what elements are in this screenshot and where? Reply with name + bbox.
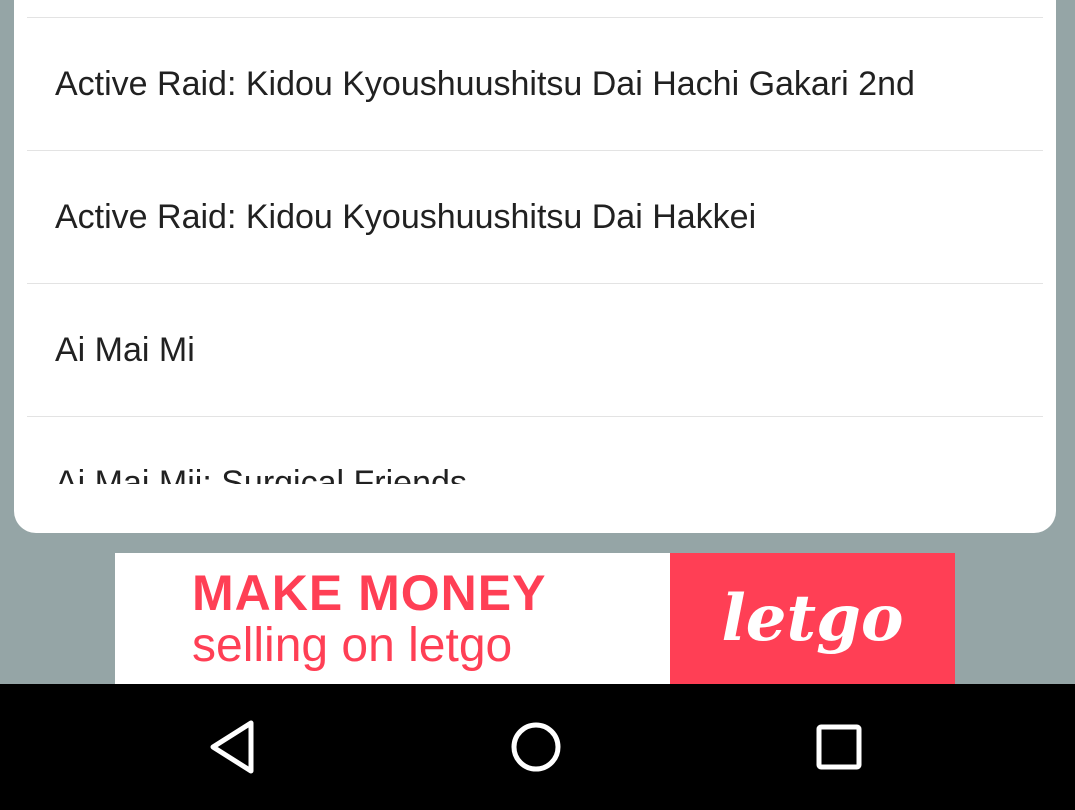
list-item-label: Active Raid: Kidou Kyoushuushitsu Dai Ha… bbox=[55, 197, 757, 236]
app-screen: Active Raid: Kidou Kyoushuushitsu Dai Ha… bbox=[0, 0, 1075, 810]
list-dialog: Active Raid: Kidou Kyoushuushitsu Dai Ha… bbox=[14, 0, 1056, 533]
system-nav-bar bbox=[0, 684, 1075, 810]
recents-square-icon[interactable] bbox=[809, 717, 869, 777]
ad-subline: selling on letgo bbox=[192, 618, 513, 672]
list-item[interactable]: Ai Mai Mii: Surgical Friends bbox=[27, 417, 1043, 485]
list-item-label: Ai Mai Mi bbox=[55, 330, 195, 369]
home-circle-icon[interactable] bbox=[506, 717, 566, 777]
ad-banner[interactable]: MAKE MONEY selling on letgo letgo bbox=[115, 553, 955, 684]
anime-list: Active Raid: Kidou Kyoushuushitsu Dai Ha… bbox=[27, 0, 1043, 484]
list-item[interactable]: Ai Mai Mi bbox=[27, 284, 1043, 416]
ad-logo-panel: letgo bbox=[670, 553, 955, 684]
list-item-partial-top[interactable] bbox=[27, 0, 1043, 17]
list-item[interactable]: Active Raid: Kidou Kyoushuushitsu Dai Ha… bbox=[27, 18, 1043, 150]
back-triangle-icon[interactable] bbox=[203, 717, 263, 777]
letgo-logo: letgo bbox=[721, 581, 904, 656]
list-item-label: Active Raid: Kidou Kyoushuushitsu Dai Ha… bbox=[55, 64, 915, 103]
list-item-clipped-wrapper: Ai Mai Mii: Surgical Friends bbox=[27, 417, 1043, 485]
list-item-label: Ai Mai Mii: Surgical Friends bbox=[55, 463, 467, 485]
list-item[interactable]: Active Raid: Kidou Kyoushuushitsu Dai Ha… bbox=[27, 151, 1043, 283]
ad-text-panel: MAKE MONEY selling on letgo bbox=[115, 553, 670, 684]
ad-headline: MAKE MONEY bbox=[192, 564, 547, 621]
